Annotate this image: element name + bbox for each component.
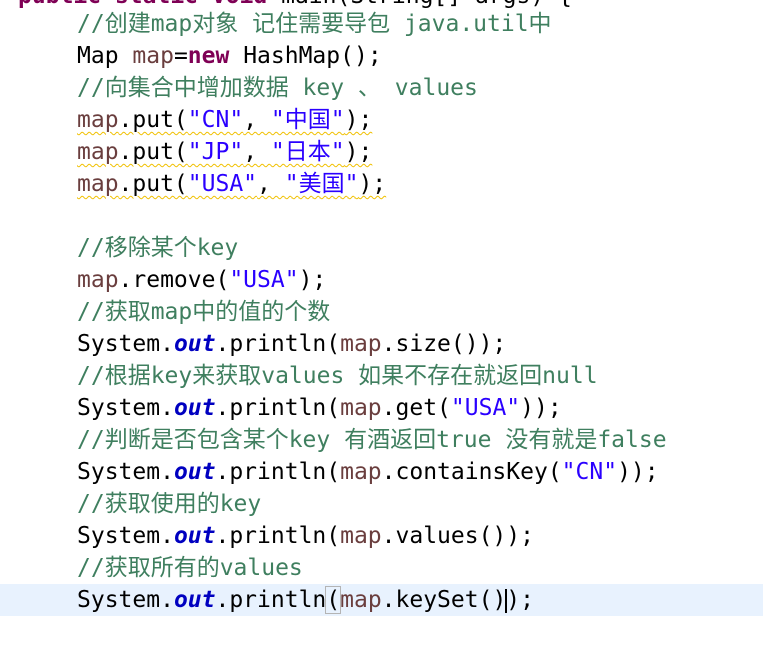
class-name: System. [77, 395, 174, 421]
static-field-out: out [173, 523, 216, 549]
code-line-comment[interactable]: //判断是否包含某个key 有酒返回true 没有就是false [0, 424, 763, 456]
constructor-call: HashMap(); [229, 43, 382, 69]
comment-text: //获取使用的key [77, 491, 262, 517]
separator: , [257, 171, 285, 197]
method-call: .println( [215, 459, 341, 485]
code-line-blank[interactable] [0, 200, 763, 232]
string-literal: "USA" [229, 267, 299, 293]
statement-end: ); [344, 107, 373, 133]
method-call: .put( [118, 107, 188, 133]
keyword-new: new [187, 43, 230, 69]
matching-bracket: ( [325, 586, 342, 614]
static-field-out: out [173, 331, 216, 357]
assign-operator: = [173, 43, 188, 69]
comment-text: //向集合中增加数据 key 、 values [77, 75, 478, 101]
variable-map: map [77, 171, 119, 197]
method-call: .println( [215, 331, 341, 357]
comment-text: //判断是否包含某个key 有酒返回true 没有就是false [77, 427, 667, 453]
string-literal: "USA" [450, 395, 521, 421]
static-field-out: out [173, 587, 216, 613]
class-name: System. [77, 523, 174, 549]
static-field-out: out [173, 395, 216, 421]
variable-map: map [340, 523, 382, 549]
comment-text: //创建map对象 记住需要导包 java.util中 [77, 11, 552, 37]
type-name: Map [77, 43, 133, 69]
code-line-comment[interactable]: //获取map中的值的个数 [0, 296, 763, 328]
code-line-comment[interactable]: //创建map对象 记住需要导包 java.util中 [0, 8, 763, 40]
warning-underlined-statement: map.put("USA", "美国"); [77, 168, 386, 200]
string-literal: "日本" [270, 139, 345, 165]
variable-map: map [132, 43, 174, 69]
warning-underlined-statement: map.put("JP", "日本"); [77, 136, 372, 168]
code-line-comment[interactable]: //获取所有的values [0, 552, 763, 584]
code-line-put-jp[interactable]: map.put("JP", "日本"); [0, 136, 763, 168]
method-call: .values()); [381, 523, 534, 549]
comment-text: //根据key来获取values 如果不存在就返回null [77, 363, 598, 389]
variable-map: map [340, 459, 382, 485]
method-call: .println( [215, 523, 341, 549]
variable-map: map [340, 395, 382, 421]
string-literal: "JP" [187, 139, 244, 165]
code-line-println-containskey[interactable]: System.out.println(map.containsKey("CN")… [0, 456, 763, 488]
statement-end: )); [617, 459, 659, 485]
code-line-println-get[interactable]: System.out.println(map.get("USA")); [0, 392, 763, 424]
string-literal: "美国" [284, 171, 359, 197]
string-literal: "中国" [270, 107, 345, 133]
method-call: .put( [118, 139, 188, 165]
code-line-comment[interactable]: //向集合中增加数据 key 、 values [0, 72, 763, 104]
code-editor[interactable]: public static void main(String[] args) {… [0, 0, 763, 664]
variable-map: map [340, 587, 382, 613]
code-line-println-keyset-current[interactable]: System.out.println(map.keySet()); [0, 584, 763, 616]
code-line-println-size[interactable]: System.out.println(map.size()); [0, 328, 763, 360]
statement-end: ); [344, 139, 373, 165]
separator: , [243, 107, 271, 133]
class-name: System. [77, 459, 174, 485]
separator: , [243, 139, 271, 165]
code-line-put-usa[interactable]: map.put("USA", "美国"); [0, 168, 763, 200]
method-call: .put( [118, 171, 188, 197]
string-literal: "CN" [561, 459, 618, 485]
code-line-comment[interactable]: //获取使用的key [0, 488, 763, 520]
class-name: System. [77, 587, 174, 613]
code-line-put-cn[interactable]: map.put("CN", "中国"); [0, 104, 763, 136]
string-literal: "USA" [187, 171, 258, 197]
static-field-out: out [173, 459, 216, 485]
string-literal: "CN" [187, 107, 244, 133]
code-line-comment[interactable]: //移除某个key [0, 232, 763, 264]
method-call: .println [215, 587, 327, 613]
variable-map: map [77, 107, 119, 133]
method-call: .remove( [118, 267, 230, 293]
warning-underlined-statement: map.put("CN", "中国"); [77, 104, 372, 136]
statement-end: )); [520, 395, 562, 421]
code-line-map-declaration[interactable]: Map map=new HashMap(); [0, 40, 763, 72]
variable-map: map [340, 331, 382, 357]
comment-text: //移除某个key [77, 235, 239, 261]
comment-text: //获取所有的values [77, 555, 303, 581]
method-call: .println( [215, 395, 341, 421]
class-name: System. [77, 331, 174, 357]
variable-map: map [77, 267, 119, 293]
code-line-comment[interactable]: //根据key来获取values 如果不存在就返回null [0, 360, 763, 392]
statement-end: ); [358, 171, 387, 197]
method-call: .keySet() [381, 587, 507, 613]
code-line-remove[interactable]: map.remove("USA"); [0, 264, 763, 296]
code-line-println-values[interactable]: System.out.println(map.values()); [0, 520, 763, 552]
comment-text: //获取map中的值的个数 [77, 299, 331, 325]
method-call: .containsKey( [381, 459, 562, 485]
method-call: .size()); [381, 331, 507, 357]
method-call: .get( [381, 395, 451, 421]
variable-map: map [77, 139, 119, 165]
statement-end: ); [506, 587, 534, 613]
statement-end: ); [298, 267, 327, 293]
